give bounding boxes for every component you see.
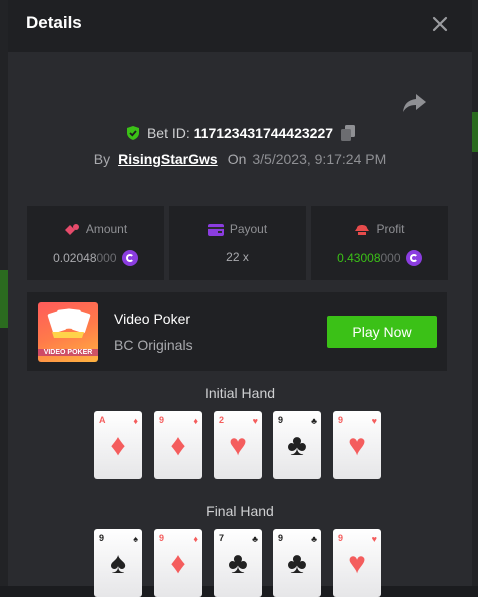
card-suit-small: ♥ (371, 416, 377, 426)
playing-card: 9 ♥ ♥ (333, 411, 381, 479)
background-green-right (472, 112, 478, 152)
amount-value: 0.02048000 (27, 250, 164, 266)
game-thumbnail-text: VIDEO POKER (38, 349, 98, 356)
playing-card: 2 ♥ ♥ (214, 411, 262, 479)
cards-fan-icon (47, 308, 91, 338)
amount-value-main: 0.02048 (53, 251, 97, 265)
amount-label-row: Amount (27, 222, 164, 236)
card-suit-icon: ♥ (348, 429, 366, 462)
playing-card: 9 ♠ ♠ (94, 529, 142, 597)
playing-card: 9 ♣ ♣ (273, 411, 321, 479)
card-suit-small: ♦ (193, 534, 198, 544)
game-card: VIDEO POKER Video Poker BC Originals Pla… (27, 292, 447, 371)
profit-value-main: 0.43008 (337, 251, 381, 265)
card-rank: 9 (338, 533, 344, 543)
share-icon (403, 94, 426, 112)
amount-label: Amount (85, 222, 128, 236)
playing-card: 7 ♣ ♣ (214, 529, 262, 597)
card-rank: 9 (99, 533, 105, 543)
card-rank: 2 (219, 415, 225, 425)
bet-id-label: Bet ID: (146, 125, 190, 141)
card-suit-small: ♣ (252, 534, 258, 544)
playing-card: 9 ♦ ♦ (154, 411, 202, 479)
card-rank: 9 (338, 415, 344, 425)
card-suit-icon: ♣ (287, 547, 307, 580)
payout-label-row: Payout (169, 222, 306, 236)
card-suit-icon: ♣ (287, 429, 307, 462)
coin-icon (121, 250, 138, 266)
card-suit-icon: ♥ (348, 547, 366, 580)
amount-stat: Amount 0.02048000 (27, 206, 164, 280)
close-button[interactable] (428, 12, 452, 36)
card-rank: 9 (278, 415, 284, 425)
payout-icon (207, 224, 224, 236)
playing-card: A ♦ ♦ (94, 411, 142, 479)
background-green-left (0, 270, 8, 328)
card-rank: 9 (278, 533, 284, 543)
payout-label: Payout (229, 222, 268, 236)
card-suit-icon: ♥ (229, 429, 247, 462)
card-suit-icon: ♦ (170, 547, 186, 580)
play-now-button[interactable]: Play Now (327, 316, 437, 348)
card-rank: 9 (159, 415, 165, 425)
close-icon (432, 16, 448, 32)
profit-value-dim: 000 (380, 251, 401, 265)
profit-label: Profit (376, 222, 405, 236)
copy-button[interactable] (341, 125, 356, 141)
card-suit-small: ♦ (133, 416, 138, 426)
game-thumbnail: VIDEO POKER (38, 302, 98, 362)
profit-label-row: Profit (311, 222, 448, 236)
card-suit-small: ♥ (371, 534, 377, 544)
playing-card: 9 ♣ ♣ (273, 529, 321, 597)
amount-value-dim: 000 (96, 251, 117, 265)
final-hand-title: Final Hand (206, 503, 274, 519)
payout-value: 22 x (226, 250, 249, 264)
game-provider: BC Originals (114, 337, 193, 353)
card-suit-icon: ♣ (228, 547, 248, 580)
game-name: Video Poker (114, 311, 191, 327)
bet-owner-row: By RisingStarGws On 3/5/2023, 9:17:24 PM (8, 151, 472, 167)
card-suit-small: ♣ (311, 534, 317, 544)
share-button[interactable] (402, 92, 428, 114)
verified-shield-icon (126, 126, 139, 140)
card-suit-small: ♠ (133, 534, 138, 544)
bet-id-value: 117123431744423227 (193, 125, 334, 141)
payout-stat: Payout 22 x (169, 206, 306, 280)
card-suit-small: ♦ (193, 416, 198, 426)
card-suit-icon: ♦ (110, 429, 126, 462)
profit-stat: Profit 0.43008000 (311, 206, 448, 280)
by-label: By (93, 151, 111, 167)
card-rank: 7 (219, 533, 225, 543)
card-suit-small: ♥ (252, 416, 258, 426)
profit-icon (355, 225, 370, 235)
bet-date: 3/5/2023, 9:17:24 PM (252, 151, 387, 167)
initial-hand-title: Initial Hand (204, 385, 276, 401)
playing-card: 9 ♦ ♦ (154, 529, 202, 597)
amount-icon (64, 224, 79, 235)
bet-id-row: Bet ID: 117123431744423227 (8, 125, 472, 141)
coin-icon (405, 250, 422, 266)
playing-card: 9 ♥ ♥ (333, 529, 381, 597)
modal-title: Details (26, 13, 82, 32)
details-modal: Details Bet ID: 117123431744423227 By Ris… (8, 0, 472, 597)
modal-header: Details (8, 0, 472, 52)
copy-icon (341, 125, 356, 141)
card-suit-icon: ♦ (170, 429, 186, 462)
card-rank: 9 (159, 533, 165, 543)
user-link[interactable]: RisingStarGws (118, 151, 218, 167)
card-suit-icon: ♠ (110, 547, 126, 580)
profit-value: 0.43008000 (311, 250, 448, 266)
on-label: On (227, 151, 247, 167)
card-rank: A (99, 415, 106, 425)
card-suit-small: ♣ (311, 416, 317, 426)
